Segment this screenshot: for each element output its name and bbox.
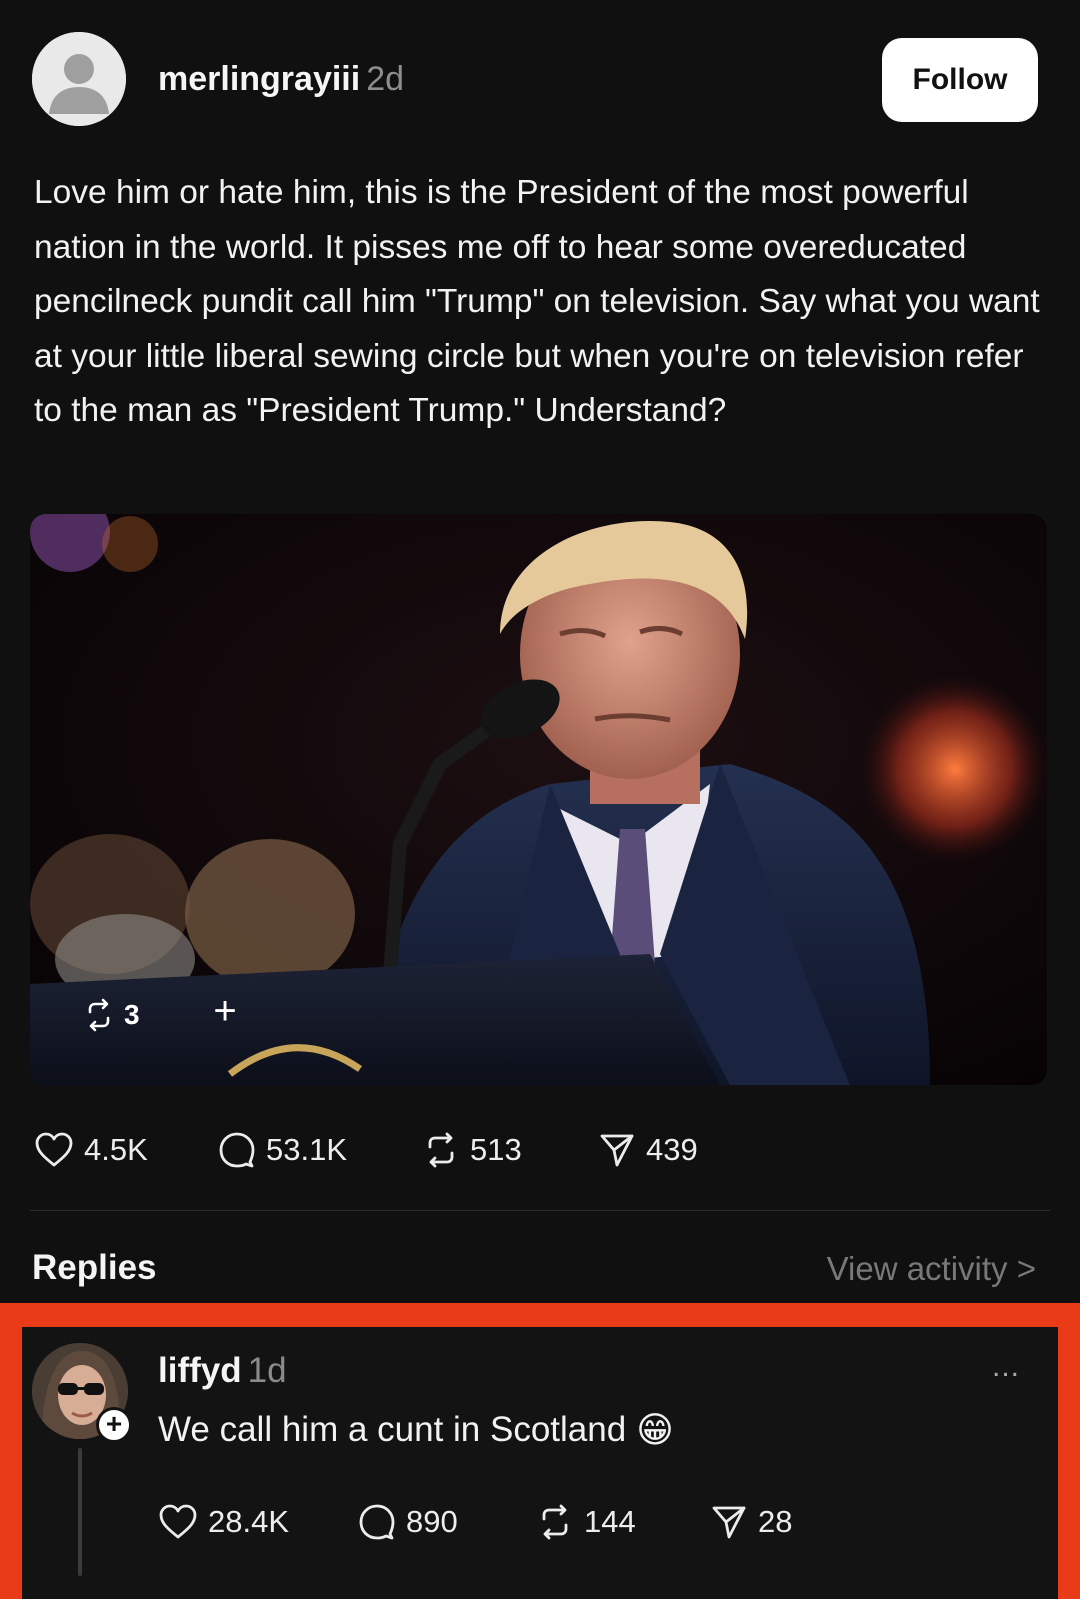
- reply-count: 53.1K: [266, 1132, 348, 1167]
- highlighted-reply-frame: [0, 1303, 1080, 1599]
- post-username[interactable]: merlingrayiii 2d: [158, 60, 404, 99]
- reply-share-count: 28: [758, 1504, 793, 1539]
- reply-action-bar: 28.4K 890 144 28: [158, 1500, 820, 1544]
- share-button[interactable]: 439: [598, 1131, 738, 1169]
- post-action-bar: 4.5K 53.1K 513 439: [34, 1128, 738, 1172]
- share-count: 439: [646, 1132, 698, 1167]
- like-count: 4.5K: [84, 1132, 148, 1167]
- post-time: 2d: [366, 60, 405, 98]
- reply-share-button[interactable]: 28: [710, 1503, 820, 1541]
- heart-icon: [159, 1504, 197, 1539]
- reply-reply-count: 890: [406, 1504, 458, 1539]
- repost-count: 513: [470, 1132, 522, 1167]
- reply-reply-button[interactable]: 890: [358, 1503, 536, 1541]
- comment-icon: [219, 1132, 255, 1168]
- repost-button[interactable]: 513: [422, 1131, 598, 1169]
- post-image[interactable]: 3 +: [30, 514, 1047, 1085]
- comment-icon: [359, 1504, 395, 1540]
- repost-icon: [428, 1132, 454, 1168]
- repost-icon: [542, 1504, 568, 1540]
- reply-text: We call him a cunt in Scotland 😁: [158, 1409, 674, 1451]
- media-repost-count: 3: [124, 999, 140, 1030]
- reply-username[interactable]: liffyd 1d: [158, 1351, 287, 1391]
- reply-follow-plus-button[interactable]: +: [96, 1407, 132, 1443]
- heart-icon: [35, 1132, 73, 1167]
- reply-repost-button[interactable]: 144: [536, 1503, 710, 1541]
- post-username-text[interactable]: merlingrayiii: [158, 60, 360, 98]
- reply-username-text[interactable]: liffyd: [158, 1351, 242, 1390]
- more-options-icon[interactable]: ...: [992, 1350, 1020, 1384]
- grinning-emoji-icon: 😁: [636, 1409, 674, 1450]
- follow-button[interactable]: Follow: [882, 38, 1038, 122]
- avatar[interactable]: [32, 32, 126, 126]
- send-icon: [600, 1134, 634, 1167]
- reply-repost-count: 144: [584, 1504, 636, 1539]
- reply-text-content: We call him a cunt in Scotland: [158, 1410, 627, 1449]
- send-icon: [712, 1506, 746, 1539]
- reply-like-button[interactable]: 28.4K: [158, 1504, 358, 1540]
- post-text: Love him or hate him, this is the Presid…: [34, 174, 1040, 429]
- reply-button[interactable]: 53.1K: [218, 1131, 422, 1169]
- president-at-podium-photo: [30, 514, 1047, 1085]
- post-header: merlingrayiii 2d Follow: [0, 0, 1080, 150]
- section-divider: [30, 1210, 1050, 1211]
- replies-heading: Replies: [32, 1248, 157, 1287]
- media-repost-indicator[interactable]: 3: [82, 998, 140, 1032]
- reply-like-count: 28.4K: [208, 1504, 290, 1539]
- reply-time: 1d: [247, 1351, 287, 1390]
- default-avatar-icon: [32, 32, 126, 126]
- thread-line: [78, 1448, 82, 1576]
- view-activity-link[interactable]: View activity >: [827, 1250, 1036, 1288]
- repost-icon: [88, 998, 110, 1032]
- media-add-button[interactable]: +: [202, 988, 248, 1034]
- like-button[interactable]: 4.5K: [34, 1132, 218, 1168]
